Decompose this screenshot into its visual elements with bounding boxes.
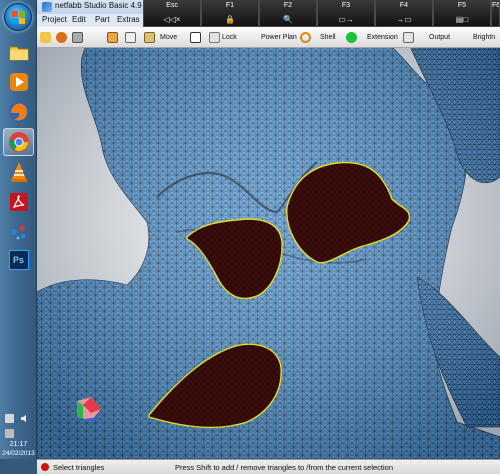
cube-icon	[107, 32, 118, 43]
taskbar-acrobat-button[interactable]	[3, 188, 34, 216]
netfabb-icon	[42, 2, 52, 12]
brightness-button[interactable]: Brightn	[473, 30, 495, 45]
add-part-icon	[56, 32, 67, 43]
view-front-button[interactable]	[125, 30, 138, 45]
f3-key[interactable]: F3 ▭→	[317, 0, 375, 27]
windows-taskbar: Ps 21:17 24/02/2013	[0, 0, 37, 459]
f4-key-label: F4	[399, 2, 409, 9]
add-part-button[interactable]	[56, 30, 69, 45]
function-key-overlay: Esc ◁◁× F1 🔒 F2 🔍 F3 ▭→ F4 →▭ F5 ▤□ F6	[143, 0, 500, 27]
menu-edit[interactable]: Edit	[72, 15, 86, 24]
f3-key-label: F3	[341, 2, 351, 9]
f1-key[interactable]: F1 🔒	[201, 0, 259, 27]
taskbar-photoshop-button[interactable]: Ps	[3, 246, 34, 274]
windows-flag-icon	[12, 11, 25, 24]
view-side-button[interactable]	[144, 30, 157, 45]
export-button[interactable]	[403, 30, 416, 45]
brightness-label: Brightn	[473, 34, 496, 41]
shell-label: Shell	[320, 34, 336, 41]
open-folder-button[interactable]	[40, 30, 53, 45]
mesh-canvas[interactable]	[37, 27, 500, 459]
status-mode: Select triangles	[53, 463, 105, 472]
start-button[interactable]	[4, 3, 32, 31]
f5-key-label: F5	[457, 2, 467, 9]
lock-icon: 🔒	[225, 15, 235, 24]
square-icon	[125, 32, 136, 43]
status-bar: Select triangles Press Shift to add / re…	[37, 459, 500, 474]
f6-key-label: F6	[492, 2, 500, 9]
media-player-icon	[9, 73, 28, 91]
esc-key[interactable]: Esc ◁◁×	[143, 0, 201, 27]
measure-button[interactable]	[72, 30, 85, 45]
search-button[interactable]	[300, 30, 313, 45]
3d-viewport[interactable]	[37, 27, 500, 459]
green-gem-icon	[346, 32, 357, 43]
repair-button[interactable]	[346, 30, 359, 45]
vlc-icon	[10, 162, 27, 182]
taskbar-explorer-button[interactable]	[3, 38, 34, 66]
folder-icon	[9, 46, 28, 61]
chrome-icon	[8, 132, 29, 152]
flag-tray-icon[interactable]	[5, 414, 14, 423]
f2-key-label: F2	[283, 2, 293, 9]
network-icon[interactable]	[5, 429, 14, 438]
extension-button[interactable]: Extension	[367, 30, 398, 45]
mute-icon: ◁◁×	[163, 15, 181, 24]
outputs-label: Output	[429, 34, 451, 41]
clock-icon	[72, 32, 83, 43]
export-icon	[403, 32, 414, 43]
view-cube-button[interactable]	[107, 30, 120, 45]
taskbar-vlc-button[interactable]	[3, 158, 34, 186]
taskbar-firefox-button[interactable]	[3, 98, 34, 126]
esc-key-label: Esc	[166, 2, 178, 9]
display-in-icon: →▭	[396, 15, 412, 24]
remote-app-icon	[10, 225, 25, 240]
f5-key[interactable]: F5 ▤□	[433, 0, 491, 27]
box-icon	[144, 32, 155, 43]
search-icon: 🔍	[283, 15, 293, 24]
volume-icon[interactable]	[20, 414, 29, 423]
photoshop-icon: Ps	[8, 250, 29, 270]
outputs-button[interactable]: Output	[429, 30, 450, 45]
shell-button[interactable]: Shell	[320, 30, 336, 45]
f6-key[interactable]: F6	[491, 0, 500, 27]
photoshop-label: Ps	[12, 255, 24, 265]
firefox-icon	[8, 102, 29, 122]
magnifier-icon	[300, 32, 311, 43]
move-label: Move	[160, 34, 178, 41]
power-plan-button[interactable]: Power Plan	[261, 30, 297, 45]
f4-key[interactable]: F4 →▭	[375, 0, 433, 27]
taskbar-date[interactable]: 24/02/2013	[0, 450, 37, 457]
main-toolbar: Move Lock Power Plan Shell Extension Out…	[37, 27, 500, 48]
power-plan-label: Power Plan	[261, 34, 297, 41]
windows-icon: ▤□	[455, 15, 469, 24]
menu-extras[interactable]: Extras	[117, 15, 140, 24]
taskbar-remote-app-button[interactable]	[3, 218, 34, 246]
taskbar-time[interactable]: 21:17	[0, 441, 37, 448]
f1-key-label: F1	[225, 2, 235, 9]
acrobat-icon	[9, 193, 28, 211]
frame-icon	[209, 32, 220, 43]
taskbar-footer	[0, 459, 37, 474]
select-box-icon	[190, 32, 201, 43]
f2-key[interactable]: F2 🔍	[259, 0, 317, 27]
select-box-button[interactable]	[190, 30, 203, 45]
window-title: netfabb Studio Basic 4.9 - c	[55, 1, 153, 10]
menu-part[interactable]: Part	[95, 15, 110, 24]
move-button[interactable]: Move	[160, 30, 177, 45]
lock-button[interactable]: Lock	[209, 30, 237, 45]
status-red-dot-icon	[41, 463, 49, 471]
lock-label: Lock	[222, 34, 237, 41]
taskbar-chrome-button[interactable]	[3, 128, 34, 156]
status-hint: Press Shift to add / remove triangles to…	[175, 463, 394, 472]
taskbar-media-player-button[interactable]	[3, 68, 34, 96]
extension-label: Extension	[367, 34, 398, 41]
menu-bar: Project Edit Part Extras	[37, 14, 147, 27]
folder-open-icon	[40, 32, 51, 43]
display-out-icon: ▭→	[338, 15, 354, 24]
menu-project[interactable]: Project	[42, 15, 67, 24]
